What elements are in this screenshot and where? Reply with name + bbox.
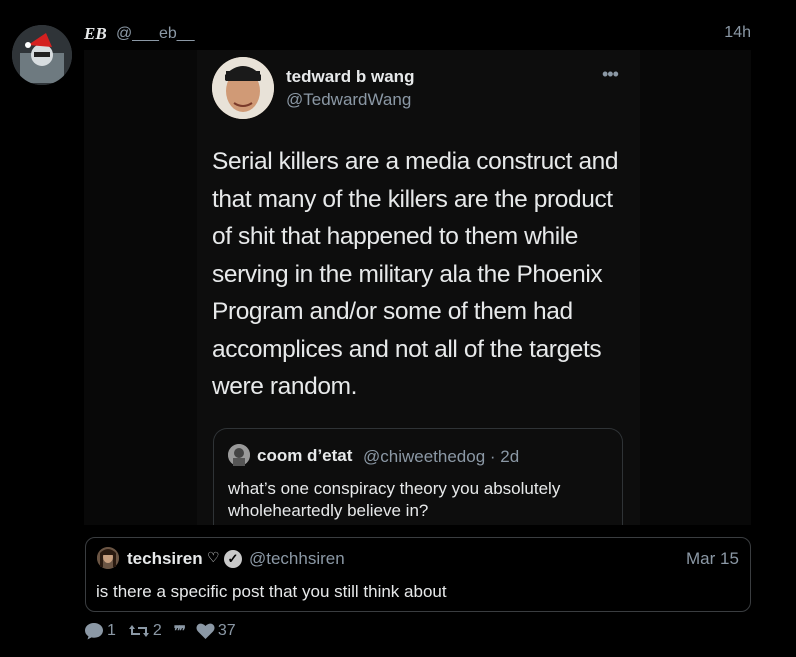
reply-count: 1 [107,622,116,639]
quoted-tweet-text: what’s one conspiracy theory you absolut… [228,479,561,520]
quote-icon: ❞❞ [173,623,186,638]
tweet-text: Serial killers are a media construct and… [212,148,619,400]
author-avatar[interactable] [12,25,72,85]
quote-author-avatar[interactable] [97,547,119,569]
reply-icon [85,623,103,640]
retweet-button[interactable]: 2 [128,622,162,640]
quote-author-handle[interactable]: @techhsiren [249,549,345,569]
author-name[interactable]: EB [84,24,107,44]
quote-button[interactable]: ❞❞ [173,623,186,639]
post-time[interactable]: 14h [724,24,751,42]
quote-post-text: is there a specific post that you still … [96,582,447,601]
tweet-author-name: tedward b wang [286,67,415,86]
like-button[interactable]: 37 [196,622,236,640]
quoted-author-handle: @chiweethedog · 2d [363,447,520,466]
quoted-author-avatar [228,444,250,466]
reply-button[interactable]: 1 [84,622,116,640]
tweet-author-handle: @TedwardWang [286,90,412,109]
retweet-count: 2 [152,622,162,639]
image-crop-edge [84,525,751,537]
like-count: 37 [217,622,236,639]
more-options-icon: ••• [602,64,619,84]
retweet-icon [128,625,149,637]
heart-badge-icon: ♡ [207,549,220,565]
tweet-author-avatar [212,57,274,119]
quote-author-name[interactable]: techsiren [127,549,203,569]
action-bar: 1 2 ❞❞ 37 [84,622,248,640]
quote-post-date[interactable]: Mar 15 [686,549,739,569]
verified-icon: ✓ [224,550,242,568]
heart-icon [196,623,215,639]
author-handle[interactable]: @___eb__ [116,25,195,43]
quoted-author-name: coom d’etat [257,446,353,465]
